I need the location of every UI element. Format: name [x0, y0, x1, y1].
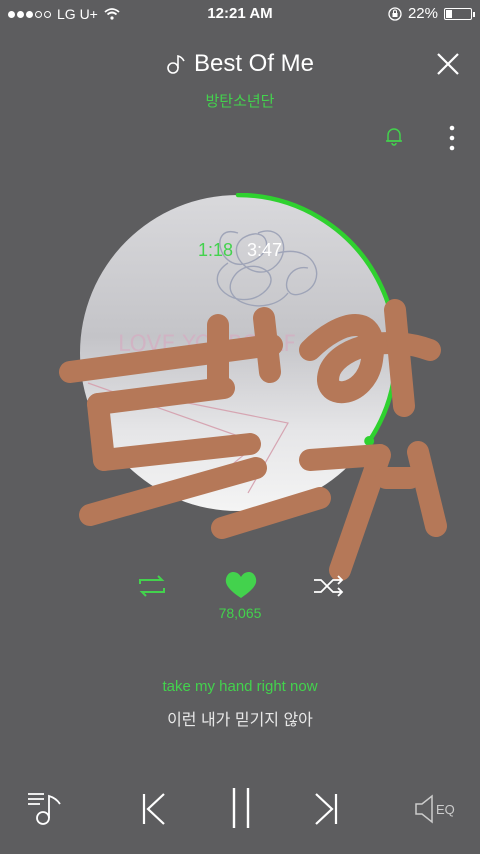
pause-icon[interactable]	[228, 786, 254, 830]
next-track-icon[interactable]	[312, 792, 340, 826]
close-button[interactable]	[436, 52, 460, 76]
shuffle-icon[interactable]	[312, 574, 346, 598]
album-artwork-text: LOVE YOURSELF	[118, 332, 296, 357]
battery-label: 22%	[407, 5, 438, 22]
eq-label: EQ	[436, 801, 455, 817]
bell-icon[interactable]	[384, 126, 404, 146]
speaker-icon	[415, 794, 433, 824]
progress-knob[interactable]	[364, 436, 375, 446]
lyric-line-current[interactable]: take my hand right now	[0, 678, 480, 695]
battery-icon	[444, 7, 475, 20]
like-count: 78,065	[218, 605, 262, 621]
song-title: Best Of Me	[193, 50, 315, 77]
like-heart-icon[interactable]	[224, 570, 258, 600]
action-controls	[0, 570, 480, 630]
playback-bar: EQ	[0, 784, 480, 834]
equalizer-button[interactable]: EQ	[414, 794, 455, 824]
status-right: 22%	[388, 5, 475, 22]
lyric-line-next[interactable]: 이런 내가 믿기지 않아	[0, 706, 480, 730]
current-time: 1:18	[197, 240, 233, 260]
playlist-icon[interactable]	[26, 788, 66, 828]
artist-name[interactable]: 방탄소년단	[0, 90, 480, 111]
more-options-icon[interactable]	[448, 124, 456, 152]
total-time: 3:47	[247, 240, 283, 260]
time-display: 1:18 3:47	[0, 240, 480, 261]
song-header: Best Of Me	[0, 50, 480, 80]
previous-track-icon[interactable]	[140, 792, 168, 826]
rotation-lock-icon	[388, 6, 402, 21]
music-note-icon	[167, 54, 185, 74]
status-bar: LG U+ 12:21 AM 22%	[0, 0, 480, 28]
repeat-icon[interactable]	[136, 574, 168, 598]
